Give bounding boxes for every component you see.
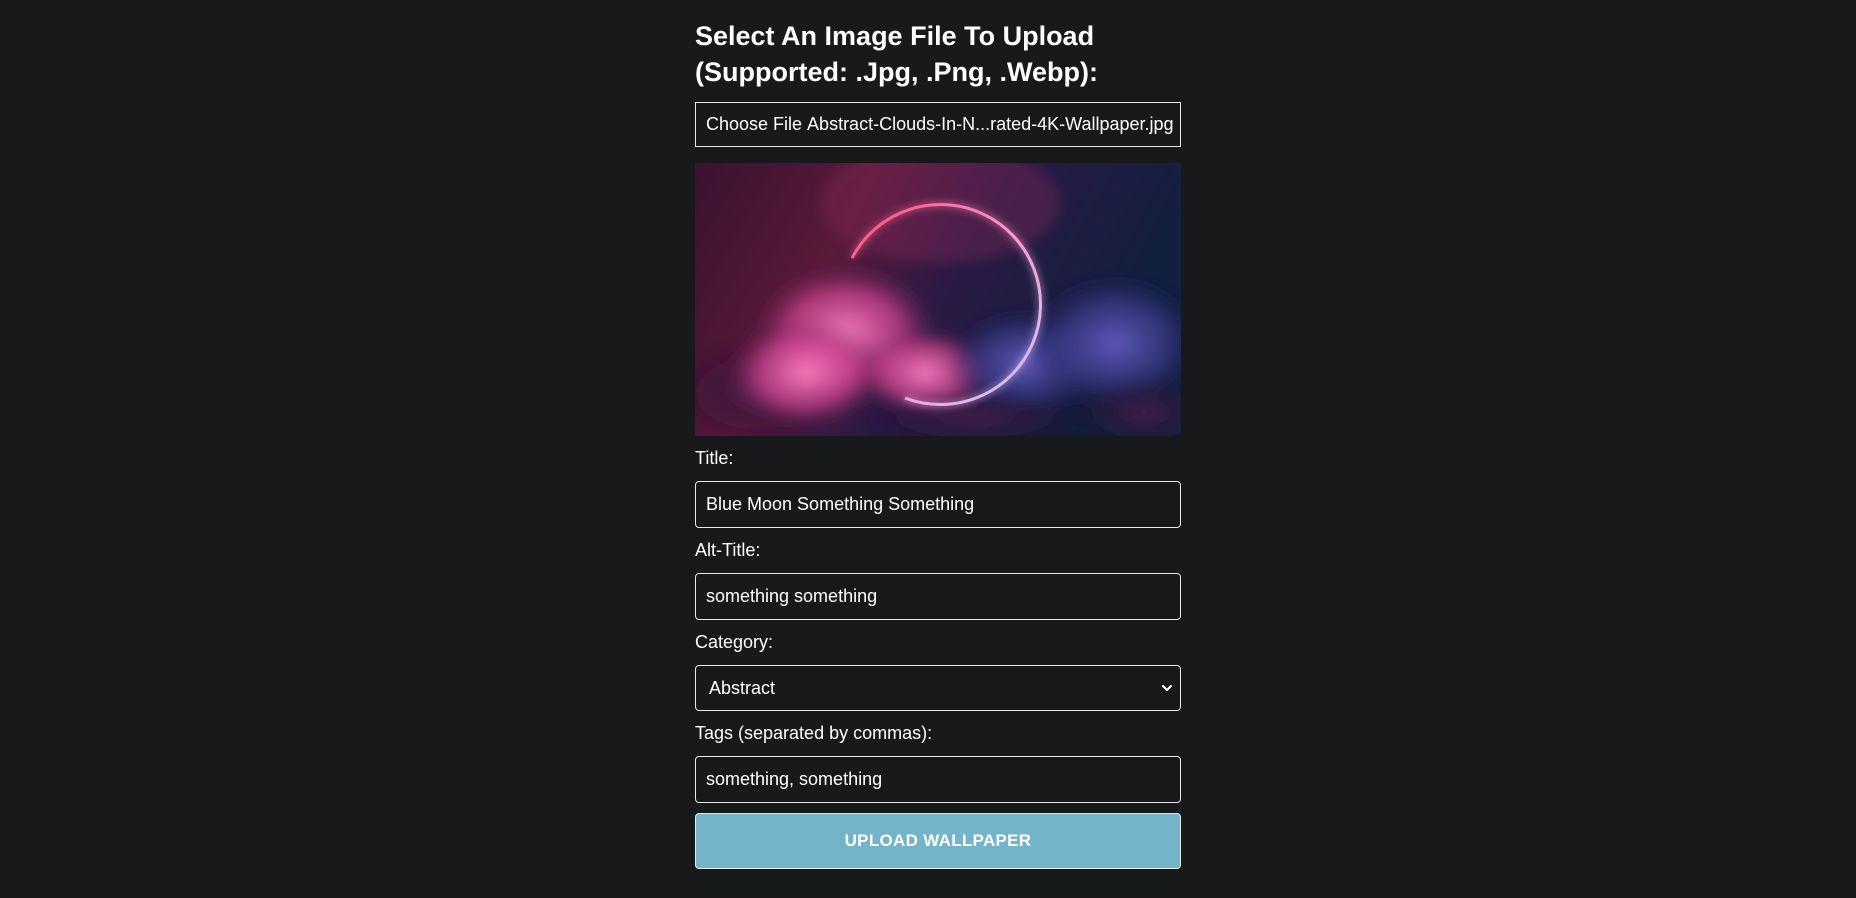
image-preview-graphic <box>695 163 1181 436</box>
category-label: Category: <box>695 632 774 652</box>
alt-title-label: Alt-Title: <box>695 540 761 560</box>
file-input[interactable]: Choose File Abstract-Clouds-In-N...rated… <box>695 102 1181 147</box>
title-field[interactable] <box>695 481 1181 528</box>
title-label: Title: <box>695 448 734 468</box>
chevron-down-icon <box>1162 685 1172 691</box>
selected-file-name: Abstract-Clouds-In-N...rated-4K-Wallpape… <box>807 114 1174 134</box>
choose-file-button[interactable]: Choose File <box>706 114 802 135</box>
alt-title-field[interactable] <box>695 573 1181 620</box>
image-preview <box>695 163 1181 436</box>
category-selected-value: Abstract <box>709 677 776 698</box>
page-title-line2: (Supported: .Jpg, .Png, .Webp): <box>695 57 1098 87</box>
upload-wallpaper-button[interactable]: UPLOAD WALLPAPER <box>695 813 1181 869</box>
page-title: Select An Image File To Upload (Supporte… <box>695 18 1181 90</box>
tags-label: Tags (separated by commas): <box>695 723 933 743</box>
category-select[interactable]: Abstract <box>695 665 1181 711</box>
page-title-line1: Select An Image File To Upload <box>695 21 1095 51</box>
tags-field[interactable] <box>695 756 1181 803</box>
